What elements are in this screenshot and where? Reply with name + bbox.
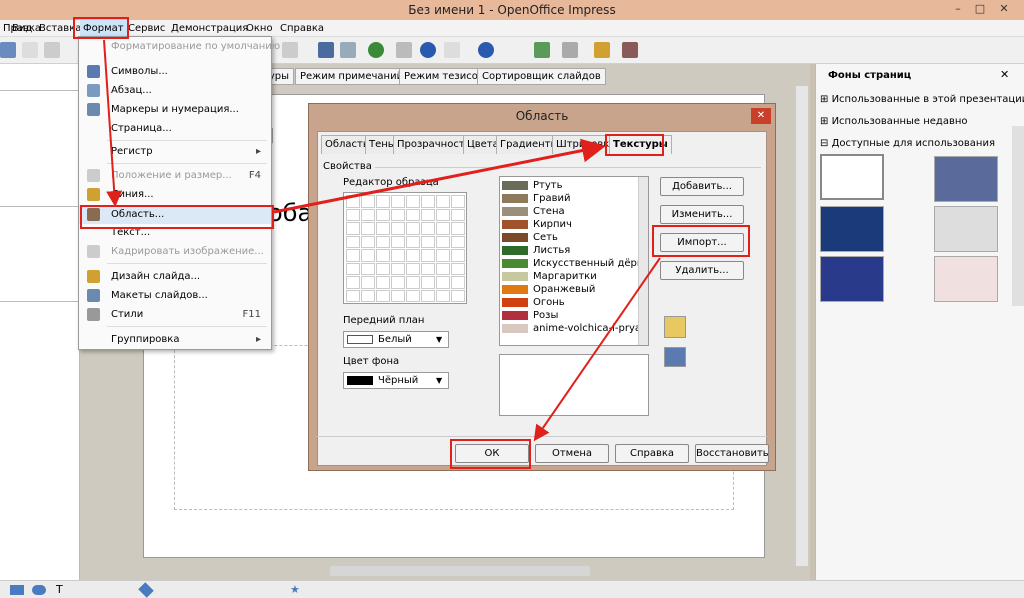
arrow-to-textures — [273, 138, 606, 214]
arrow-to-area — [103, 39, 123, 207]
arrow-to-ok — [533, 257, 661, 442]
annotation-arrows — [103, 39, 661, 442]
